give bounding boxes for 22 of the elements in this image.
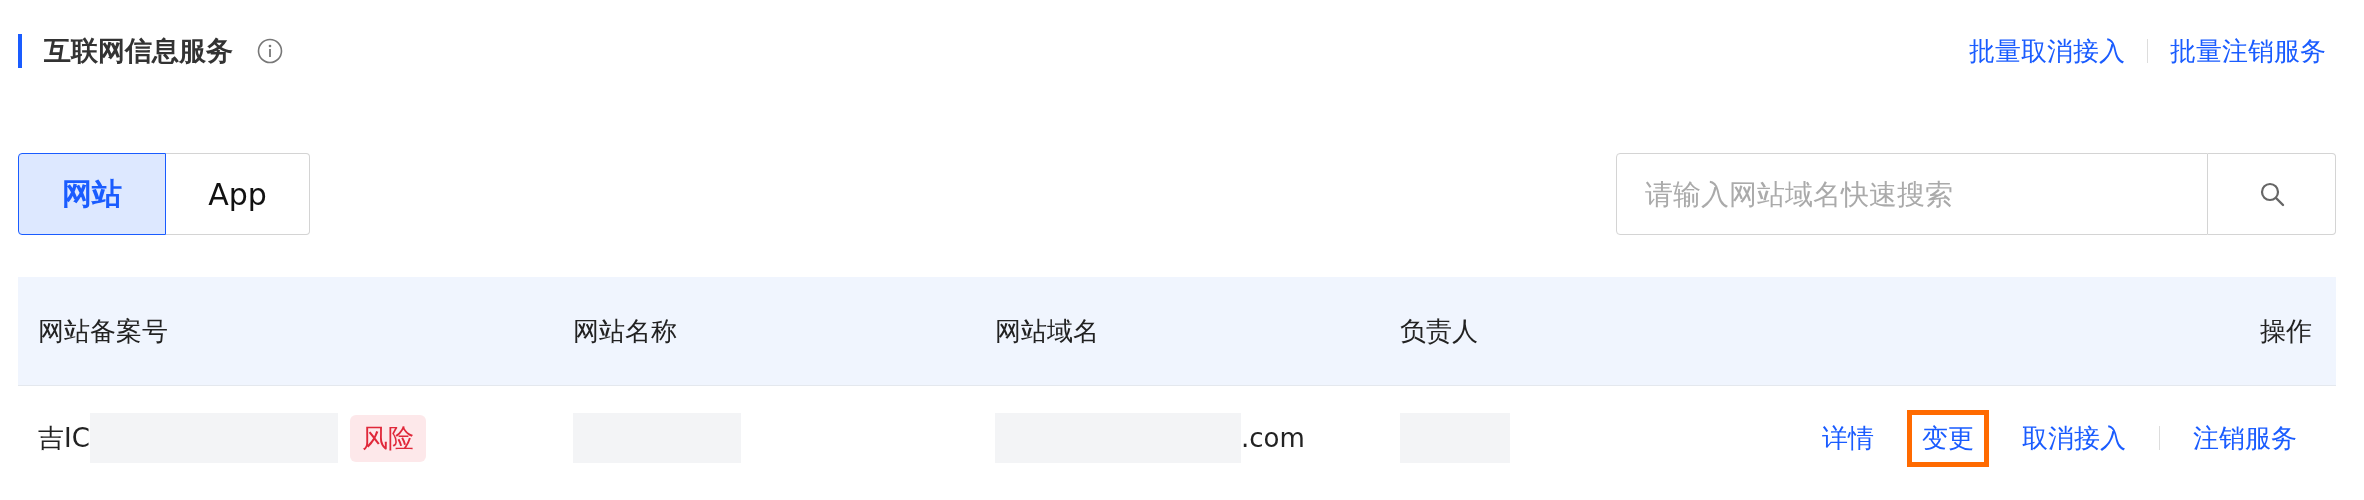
section-title: 互联网信息服务: [44, 34, 233, 68]
row-action-link[interactable]: 变更: [1907, 409, 1989, 467]
risk-tag: 风险: [349, 414, 426, 462]
column-header: 网站名称: [573, 314, 678, 348]
bulk-action-link[interactable]: 批量取消接入: [1969, 33, 2125, 69]
column-header: 负责人: [1400, 314, 1479, 348]
column-header: 网站备案号: [37, 314, 169, 348]
info-icon: [257, 38, 283, 64]
table-cell: .com: [1241, 423, 1305, 453]
row-action-link[interactable]: 详情: [1807, 409, 1889, 467]
search-button[interactable]: [2208, 153, 2336, 235]
tab[interactable]: App: [166, 153, 310, 235]
accent-bar: [18, 34, 22, 68]
search-field[interactable]: 请输入网站域名快速搜索: [1616, 153, 2208, 235]
bulk-action-link[interactable]: 批量注销服务: [2170, 33, 2326, 69]
tab[interactable]: 网站: [18, 153, 166, 235]
column-header: 网站域名: [995, 314, 1100, 348]
row-action-link[interactable]: 取消接入: [2007, 409, 2141, 467]
search-icon: [2258, 181, 2285, 207]
column-header: 操作: [2259, 314, 2313, 348]
row-action-link[interactable]: 注销服务: [2178, 409, 2312, 467]
table-cell-text: 吉IC: [38, 421, 90, 455]
